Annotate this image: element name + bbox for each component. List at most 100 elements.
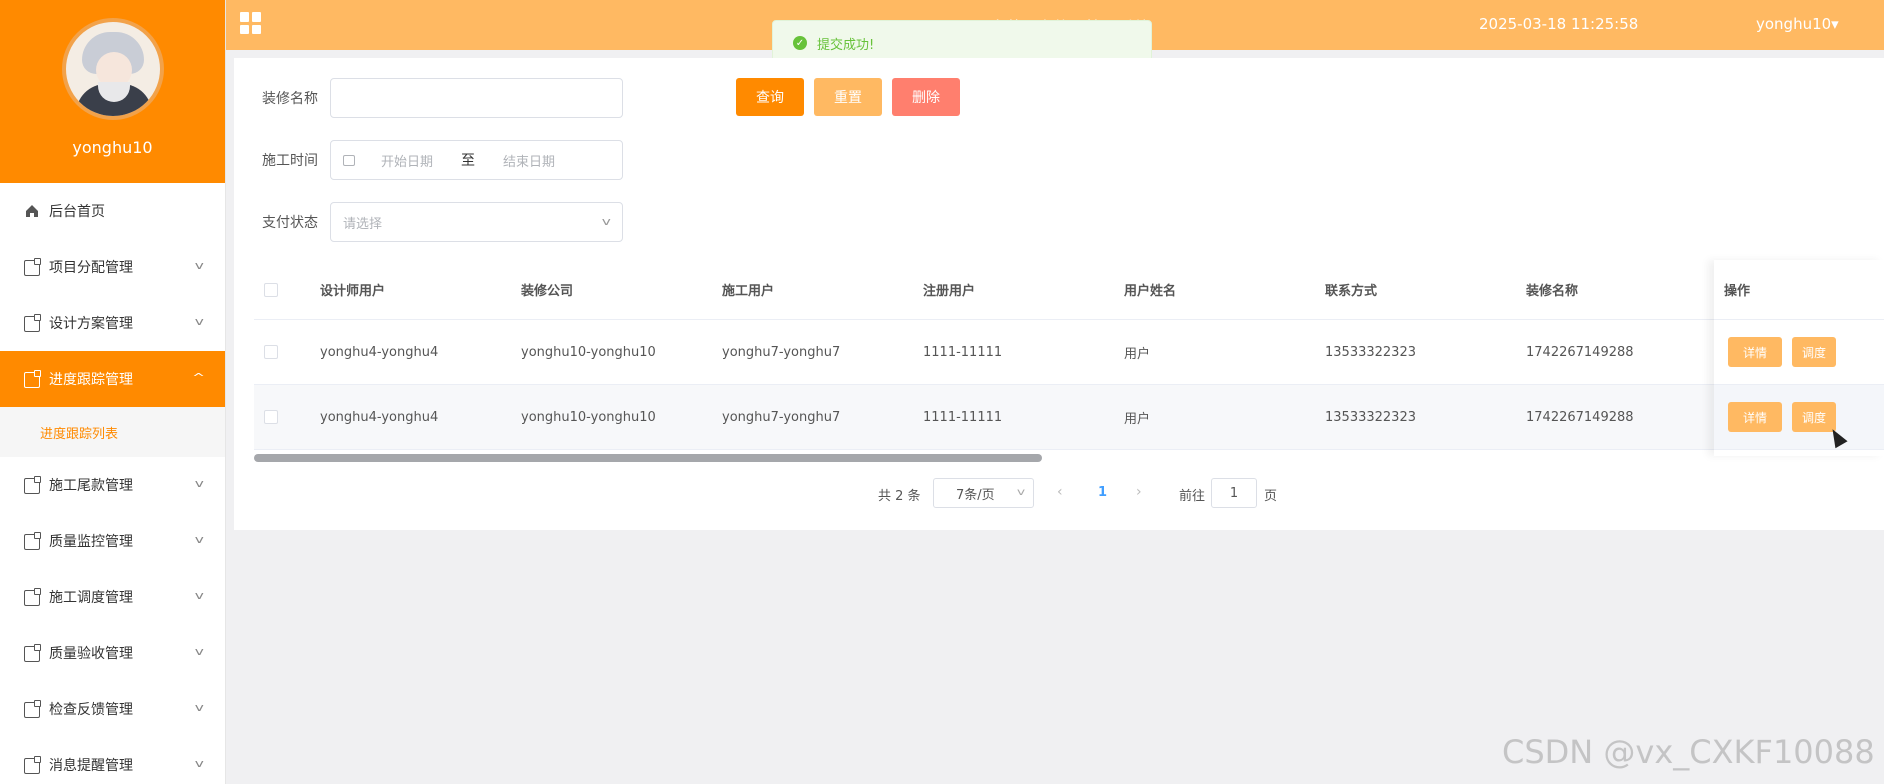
sidebar-item-label: 施工调度管理 — [49, 590, 133, 606]
cell-decoration-name: 1742267149288 — [1526, 409, 1634, 425]
cell-designer: yonghu4-yonghu4 — [320, 344, 439, 360]
operation-row: 详情 调度 — [1714, 320, 1884, 385]
sidebar-item-notifications[interactable]: 消息提醒管理 v — [0, 737, 225, 784]
prev-page-icon[interactable]: ‹ — [1057, 484, 1063, 500]
sidebar-item-label: 消息提醒管理 — [49, 758, 133, 774]
sidebar-item-label: 项目分配管理 — [49, 260, 133, 276]
row-checkbox[interactable] — [264, 345, 278, 359]
doc-icon — [24, 314, 41, 332]
doc-icon — [24, 476, 41, 494]
chevron-down-icon: v — [602, 215, 612, 228]
sidebar-item-label: 质量验收管理 — [49, 646, 133, 662]
cell-company: yonghu10-yonghu10 — [521, 344, 656, 360]
sidebar-item-final-payment[interactable]: 施工尾款管理 v — [0, 457, 225, 513]
sidebar-item-progress-tracking[interactable]: 进度跟踪管理 ^ — [0, 351, 225, 407]
sidebar-item-dispatch[interactable]: 施工调度管理 v — [0, 569, 225, 625]
cell-contact: 13533322323 — [1325, 344, 1416, 360]
search-pay-row: 支付状态 请选择 v — [234, 202, 623, 242]
check-circle-icon: ✓ — [793, 36, 807, 50]
delete-button[interactable]: 删除 — [892, 78, 960, 116]
goto-label: 前往 — [1179, 489, 1206, 504]
pay-status-select[interactable]: 请选择 v — [330, 202, 623, 242]
home-icon — [24, 203, 40, 219]
goto-page-input[interactable]: 1 — [1211, 478, 1257, 508]
doc-icon — [24, 644, 41, 662]
horizontal-scrollbar[interactable] — [254, 454, 1042, 462]
chevron-up-icon: ^ — [191, 371, 205, 384]
col-contact: 联系方式 — [1325, 284, 1378, 299]
cell-user-name: 用户 — [1124, 411, 1151, 427]
page-size-value: 7条/页 — [956, 487, 995, 503]
cell-company: yonghu10-yonghu10 — [521, 409, 656, 425]
cell-builder: yonghu7-yonghu7 — [722, 344, 841, 360]
cell-builder: yonghu7-yonghu7 — [722, 409, 841, 425]
date-range-picker[interactable]: 开始日期 至 结束日期 — [330, 140, 623, 180]
user-dropdown[interactable]: yonghu10▾ — [1756, 15, 1839, 33]
next-page-icon[interactable]: › — [1136, 484, 1142, 500]
menu-grid-icon[interactable] — [240, 12, 262, 34]
table-row: yonghu4-yonghu4 yonghu10-yonghu10 yonghu… — [254, 320, 1884, 385]
chevron-down-icon: v — [195, 589, 205, 602]
chevron-down-icon: v — [195, 533, 205, 546]
sidebar-username: yonghu10 — [72, 138, 153, 157]
col-builder: 施工用户 — [722, 284, 775, 299]
col-decoration-name: 装修名称 — [1526, 284, 1579, 299]
doc-icon — [24, 756, 41, 774]
sidebar-item-label: 进度跟踪管理 — [49, 372, 133, 388]
cell-user-name: 用户 — [1124, 346, 1151, 362]
calendar-icon — [343, 154, 355, 166]
doc-icon — [24, 588, 41, 606]
dispatch-button[interactable]: 调度 — [1792, 337, 1836, 367]
start-date-input[interactable]: 开始日期 — [381, 151, 433, 170]
sidebar-item-design-plan[interactable]: 设计方案管理 v — [0, 295, 225, 351]
chevron-down-icon: v — [195, 645, 205, 658]
chevron-down-icon: v — [195, 315, 205, 328]
sidebar-item-quality-acceptance[interactable]: 质量验收管理 v — [0, 625, 225, 681]
doc-icon — [24, 370, 41, 388]
page-unit-label: 页 — [1264, 489, 1278, 504]
chevron-down-icon: v — [195, 477, 205, 490]
sidebar-item-project-allocation[interactable]: 项目分配管理 v — [0, 239, 225, 295]
row-checkbox[interactable] — [264, 410, 278, 424]
search-time-row: 施工时间 开始日期 至 结束日期 — [234, 140, 623, 180]
chevron-down-icon: v — [195, 757, 205, 770]
chevron-down-icon: v — [1016, 487, 1026, 498]
progress-table: 设计师用户 装修公司 施工用户 注册用户 用户姓名 联系方式 装修名称 yong… — [254, 260, 1884, 456]
cell-decoration-name: 1742267149288 — [1526, 344, 1634, 360]
select-all-checkbox[interactable] — [264, 282, 278, 297]
sidebar-item-home[interactable]: 后台首页 — [0, 183, 225, 239]
pay-label: 支付状态 — [262, 215, 318, 231]
watermark: CSDN @vx_CXKF10088 — [1502, 733, 1875, 771]
main-panel: 装修名称 查询 重置 删除 施工时间 开始日期 至 结束日期 支付状态 请选择 … — [234, 58, 1884, 530]
sidebar-item-label: 后台首页 — [49, 204, 105, 220]
sidebar-item-label: 质量监控管理 — [49, 534, 133, 550]
sidebar-item-label: 检查反馈管理 — [49, 702, 133, 718]
query-button[interactable]: 查询 — [736, 78, 804, 116]
cell-contact: 13533322323 — [1325, 409, 1416, 425]
detail-button[interactable]: 详情 — [1728, 402, 1782, 432]
name-label: 装修名称 — [262, 91, 318, 107]
range-separator: 至 — [461, 153, 476, 169]
sidebar-item-quality-monitor[interactable]: 质量监控管理 v — [0, 513, 225, 569]
page-size-select[interactable]: 7条/页 v — [933, 478, 1034, 508]
cell-registered-user: 1111-11111 — [923, 344, 1003, 360]
submenu-item-progress-list[interactable]: 进度跟踪列表 — [0, 407, 225, 457]
sidebar-item-label: 施工尾款管理 — [49, 478, 133, 494]
avatar[interactable] — [61, 18, 164, 120]
end-date-input[interactable]: 结束日期 — [503, 151, 555, 170]
sidebar-profile: yonghu10 — [0, 0, 225, 183]
reset-button[interactable]: 重置 — [814, 78, 882, 116]
cell-designer: yonghu4-yonghu4 — [320, 409, 439, 425]
col-operation: 操作 — [1714, 260, 1884, 320]
chevron-down-icon: v — [195, 701, 205, 714]
sidebar-item-inspection-feedback[interactable]: 检查反馈管理 v — [0, 681, 225, 737]
total-count: 共 2 条 — [878, 489, 921, 504]
detail-button[interactable]: 详情 — [1728, 337, 1782, 367]
page-number[interactable]: 1 — [1098, 485, 1107, 500]
cell-registered-user: 1111-11111 — [923, 409, 1003, 425]
dispatch-button[interactable]: 调度 — [1792, 402, 1836, 432]
table-row: yonghu4-yonghu4 yonghu10-yonghu10 yonghu… — [254, 385, 1884, 450]
operation-column: 操作 详情 调度 详情 调度 — [1714, 260, 1884, 456]
time-label: 施工时间 — [262, 153, 318, 169]
decoration-name-input[interactable] — [330, 78, 623, 118]
